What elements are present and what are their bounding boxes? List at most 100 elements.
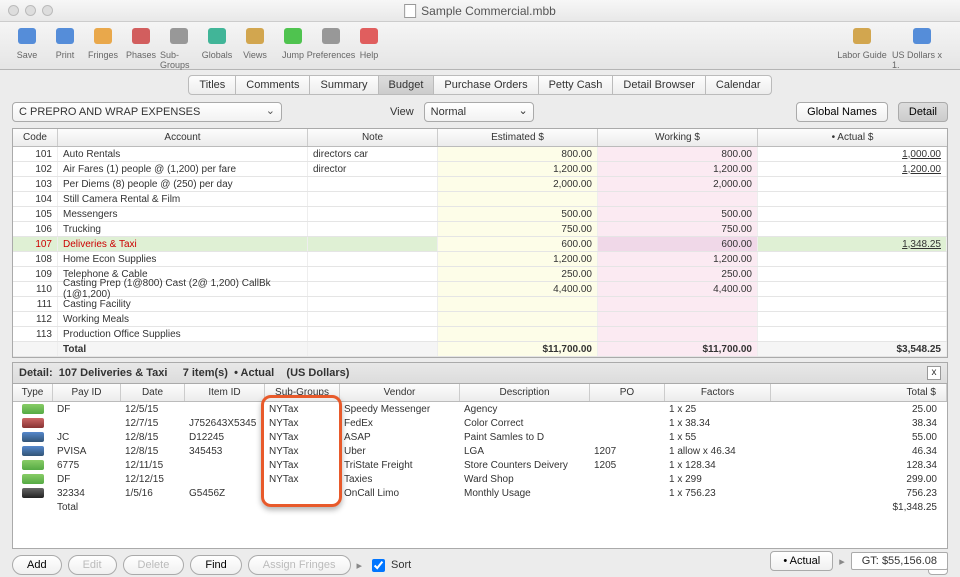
dcol-total[interactable]: Total $ (771, 384, 947, 401)
footer-actual-button[interactable]: • Actual (770, 551, 833, 571)
currency-icon (908, 23, 936, 49)
jump-icon (279, 23, 307, 49)
dcol-date[interactable]: Date (121, 384, 185, 401)
budget-row-104[interactable]: 104Still Camera Rental & Film (13, 192, 947, 207)
dcol-vendor[interactable]: Vendor (340, 384, 460, 401)
budget-row-113[interactable]: 113Production Office Supplies (13, 327, 947, 342)
budget-row-102[interactable]: 102Air Fares (1) people @ (1,200) per fa… (13, 162, 947, 177)
save-button[interactable]: Save (8, 23, 46, 70)
main-toolbar: SavePrintFringesPhasesSub-GroupsGlobalsV… (0, 22, 960, 70)
edit-button: Edit (68, 555, 117, 575)
dcol-factors[interactable]: Factors (665, 384, 771, 401)
col-estimated[interactable]: Estimated $ (438, 129, 598, 146)
window-title-text: Sample Commercial.mbb (421, 4, 556, 18)
budget-row-103[interactable]: 103Per Diems (8) people @ (250) per day … (13, 177, 947, 192)
type-icon (22, 432, 44, 442)
detail-row-5[interactable]: DF12/12/15 NYTaxTaxiesWard Shop 1 x 2992… (13, 472, 947, 486)
detail-row-2[interactable]: JC12/8/15D12245 NYTaxASAPPaint Samles to… (13, 430, 947, 444)
tab-budget[interactable]: Budget (378, 75, 435, 95)
detail-row-4[interactable]: 677512/11/15 NYTaxTriState FreightStore … (13, 458, 947, 472)
phases-icon (127, 23, 155, 49)
fringes-button[interactable]: Fringes (84, 23, 122, 70)
budget-row-107[interactable]: 107Deliveries & Taxi 600.00600.00 1,348.… (13, 237, 947, 252)
budget-row-106[interactable]: 106Trucking 750.00750.00 (13, 222, 947, 237)
close-dot[interactable] (8, 5, 19, 16)
detail-row-1[interactable]: 12/7/15J752643X5345 NYTaxFedExColor Corr… (13, 416, 947, 430)
globals-icon (203, 23, 231, 49)
category-dropdown[interactable]: C PREPRO AND WRAP EXPENSES (12, 102, 282, 122)
tab-petty cash[interactable]: Petty Cash (538, 75, 614, 95)
globals-button[interactable]: Globals (198, 23, 236, 70)
footer-expand-icon[interactable]: ▸ (839, 555, 845, 568)
category-dropdown-value: C PREPRO AND WRAP EXPENSES (19, 106, 200, 118)
print-button[interactable]: Print (46, 23, 84, 70)
dcol-type[interactable]: Type (13, 384, 53, 401)
budget-row-110[interactable]: 110Casting Prep (1@800) Cast (2@ 1,200) … (13, 282, 947, 297)
col-account[interactable]: Account (58, 129, 308, 146)
save-icon (13, 23, 41, 49)
dcol-subgroup[interactable]: Sub-Groups (265, 384, 340, 401)
detail-total-value: $1,348.25 (771, 500, 947, 514)
dcol-desc[interactable]: Description (460, 384, 590, 401)
tab-detail browser[interactable]: Detail Browser (612, 75, 706, 95)
gt-label: GT: (862, 555, 879, 567)
assign-fringes-button: Assign Fringes (248, 555, 351, 575)
detail-total-label: Total (53, 500, 121, 514)
detail-close-button[interactable]: x (927, 366, 941, 380)
tab-comments[interactable]: Comments (235, 75, 310, 95)
views-button[interactable]: Views (236, 23, 274, 70)
detail-prefix: Detail: (19, 367, 53, 379)
prefs-icon (317, 23, 345, 49)
subgroups-button[interactable]: Sub-Groups (160, 23, 198, 70)
budget-row-101[interactable]: 101Auto Rentalsdirectors car 800.00800.0… (13, 147, 947, 162)
phases-button[interactable]: Phases (122, 23, 160, 70)
detail-row-3[interactable]: PVISA12/8/15345453 NYTaxUberLGA 12071 al… (13, 444, 947, 458)
find-button[interactable]: Find (190, 555, 241, 575)
laborguide-button[interactable]: Labor Guide (832, 23, 892, 70)
sort-label: Sort (391, 559, 411, 571)
window-title: Sample Commercial.mbb (404, 4, 556, 18)
col-note[interactable]: Note (308, 129, 438, 146)
total-work: $11,700.00 (598, 342, 758, 356)
prefs-button[interactable]: Preferences (312, 23, 350, 70)
tab-purchase orders[interactable]: Purchase Orders (433, 75, 538, 95)
currency-button[interactable]: US Dollars x 1. (892, 23, 952, 70)
type-icon (22, 418, 44, 428)
budget-row-108[interactable]: 108Home Econ Supplies 1,200.001,200.00 (13, 252, 947, 267)
col-working[interactable]: Working $ (598, 129, 758, 146)
grand-total-box: GT: $55,156.08 (851, 552, 948, 570)
tab-titles[interactable]: Titles (188, 75, 236, 95)
footer: • Actual ▸ GT: $55,156.08 (770, 551, 948, 571)
col-code[interactable]: Code (13, 129, 58, 146)
jump-button[interactable]: Jump (274, 23, 312, 70)
col-actual[interactable]: • Actual $ (758, 129, 947, 146)
detail-row-0[interactable]: DF12/5/15 NYTaxSpeedy MessengerAgency 1 … (13, 402, 947, 416)
view-select[interactable]: Normal (424, 102, 534, 122)
global-names-button[interactable]: Global Names (796, 102, 888, 122)
budget-row-111[interactable]: 111Casting Facility (13, 297, 947, 312)
dcol-pay[interactable]: Pay ID (53, 384, 121, 401)
document-icon (404, 4, 416, 18)
views-icon (241, 23, 269, 49)
tab-calendar[interactable]: Calendar (705, 75, 772, 95)
detail-row-6[interactable]: 323341/5/16G5456Z OnCall LimoMonthly Usa… (13, 486, 947, 500)
dcol-item[interactable]: Item ID (185, 384, 265, 401)
budget-grid: Code Account Note Estimated $ Working $ … (12, 128, 948, 358)
tab-summary[interactable]: Summary (309, 75, 378, 95)
view-label: View (390, 106, 414, 118)
total-act: $3,548.25 (758, 342, 947, 356)
budget-row-112[interactable]: 112Working Meals (13, 312, 947, 327)
section-tabs: TitlesCommentsSummaryBudgetPurchase Orde… (0, 70, 960, 99)
total-label: Total (58, 342, 308, 356)
sort-checkbox[interactable] (372, 559, 385, 572)
budget-row-105[interactable]: 105Messengers 500.00500.00 (13, 207, 947, 222)
type-icon (22, 404, 44, 414)
dcol-po[interactable]: PO (590, 384, 665, 401)
detail-button[interactable]: Detail (898, 102, 948, 122)
expand-arrow-icon[interactable]: ▸ (357, 559, 363, 572)
add-button[interactable]: Add (12, 555, 62, 575)
minimize-dot[interactable] (25, 5, 36, 16)
zoom-dot[interactable] (42, 5, 53, 16)
help-button[interactable]: Help (350, 23, 388, 70)
titlebar: Sample Commercial.mbb (0, 0, 960, 22)
